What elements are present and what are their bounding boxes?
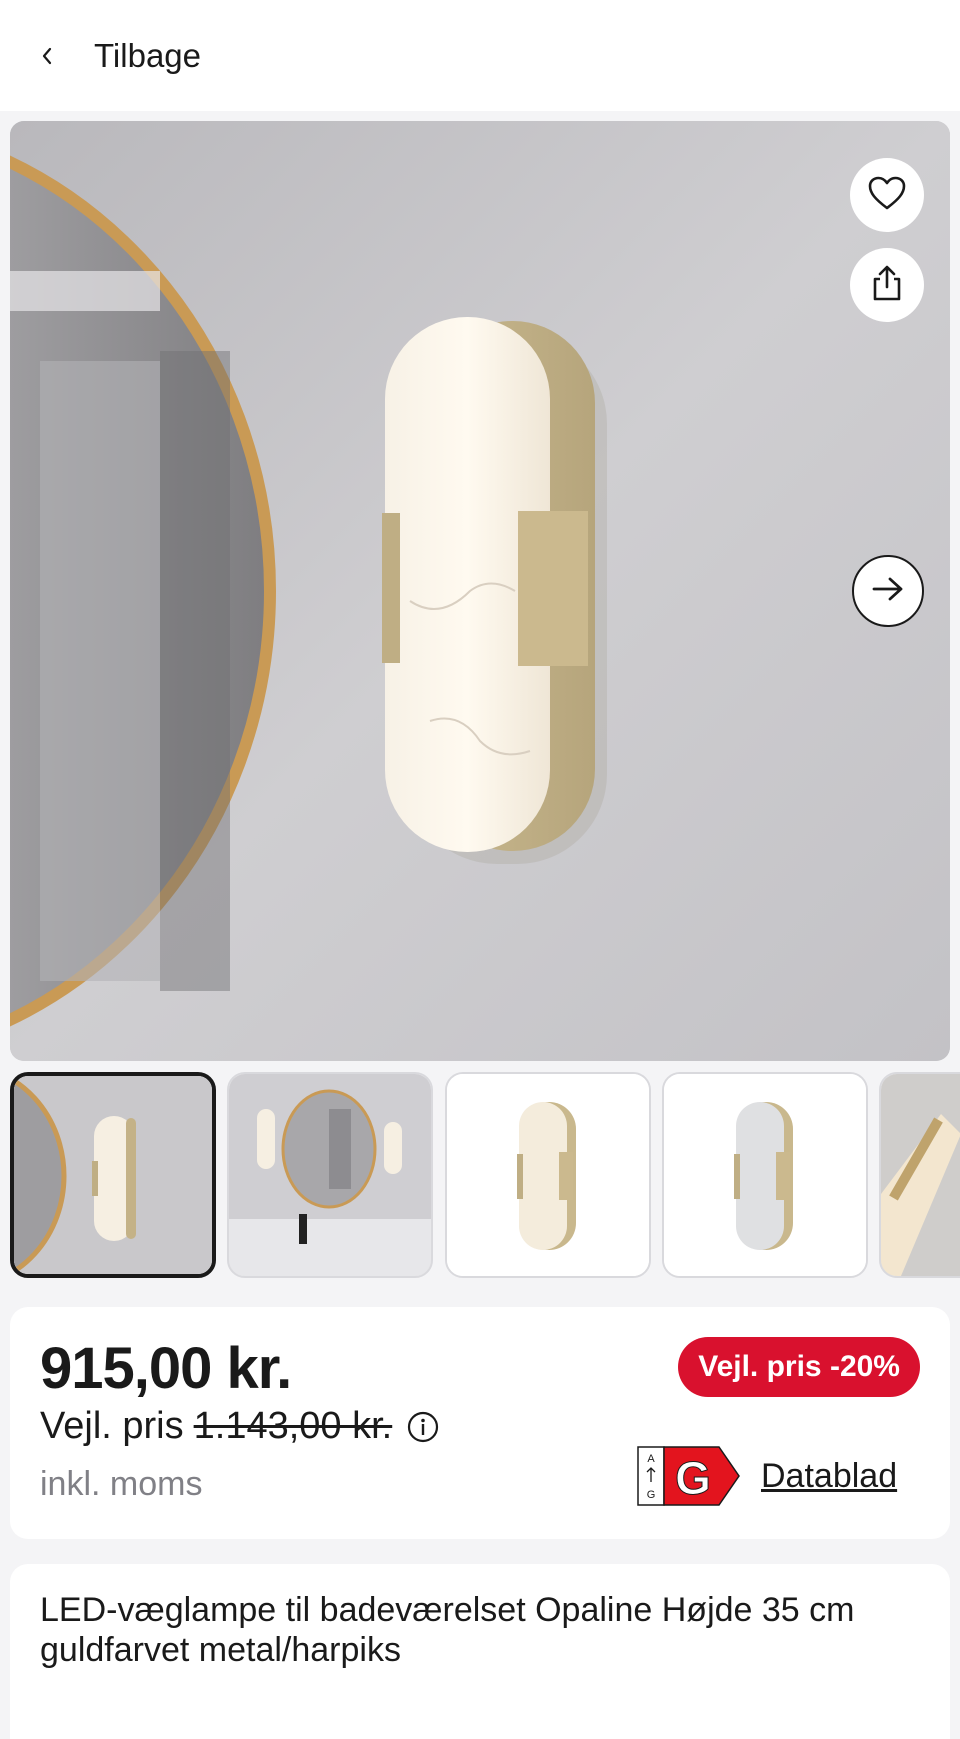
thumbnail-image: [447, 1074, 649, 1276]
energy-class-label[interactable]: A G G: [637, 1446, 741, 1506]
price-card: 915,00 kr. Vejl. pris 1.143,00 kr. inkl.…: [10, 1307, 950, 1539]
product-title-card: LED-væglampe til badeværelset Opaline Hø…: [10, 1564, 950, 1739]
arrow-right-icon: [871, 575, 905, 608]
energy-scale-bottom: G: [647, 1489, 656, 1501]
product-photo: [10, 121, 950, 1061]
share-button[interactable]: [850, 248, 924, 322]
rrp-label: Vejl. pris: [40, 1405, 184, 1447]
rrp-old-price: 1.143,00 kr.: [193, 1405, 393, 1447]
product-main-image[interactable]: [10, 121, 950, 1061]
energy-label-row: A G G Datablad: [637, 1446, 897, 1506]
thumbnail-2[interactable]: [227, 1072, 433, 1278]
product-title: LED-væglampe til badeværelset Opaline Hø…: [40, 1591, 855, 1669]
energy-class-letter: G: [675, 1452, 711, 1504]
favorite-button[interactable]: [850, 158, 924, 232]
back-label: Tilbage: [94, 37, 202, 74]
datasheet-link[interactable]: Datablad: [761, 1457, 897, 1496]
thumbnail-strip[interactable]: [10, 1072, 960, 1278]
discount-badge: Vejl. pris -20%: [678, 1337, 920, 1397]
thumbnail-image: [14, 1076, 212, 1274]
thumbnail-5[interactable]: [879, 1072, 960, 1278]
thumbnail-image: [229, 1074, 431, 1276]
chevron-left-icon: [40, 46, 60, 66]
heart-icon: [867, 175, 907, 216]
top-bar: Tilbage: [0, 0, 960, 111]
recommended-price: Vejl. pris 1.143,00 kr.: [40, 1405, 440, 1448]
back-button[interactable]: Tilbage: [40, 28, 201, 84]
thumbnail-4[interactable]: [662, 1072, 868, 1278]
thumbnail-image: [664, 1074, 866, 1276]
current-price: 915,00 kr.: [40, 1336, 292, 1401]
share-icon: [870, 264, 904, 307]
thumbnail-1[interactable]: [10, 1072, 216, 1278]
next-image-button[interactable]: [852, 555, 924, 627]
info-icon[interactable]: [406, 1410, 440, 1444]
thumbnail-3[interactable]: [445, 1072, 651, 1278]
energy-scale-top: A: [647, 1453, 655, 1465]
thumbnail-image: [881, 1074, 960, 1276]
vat-note: inkl. moms: [40, 1465, 203, 1503]
